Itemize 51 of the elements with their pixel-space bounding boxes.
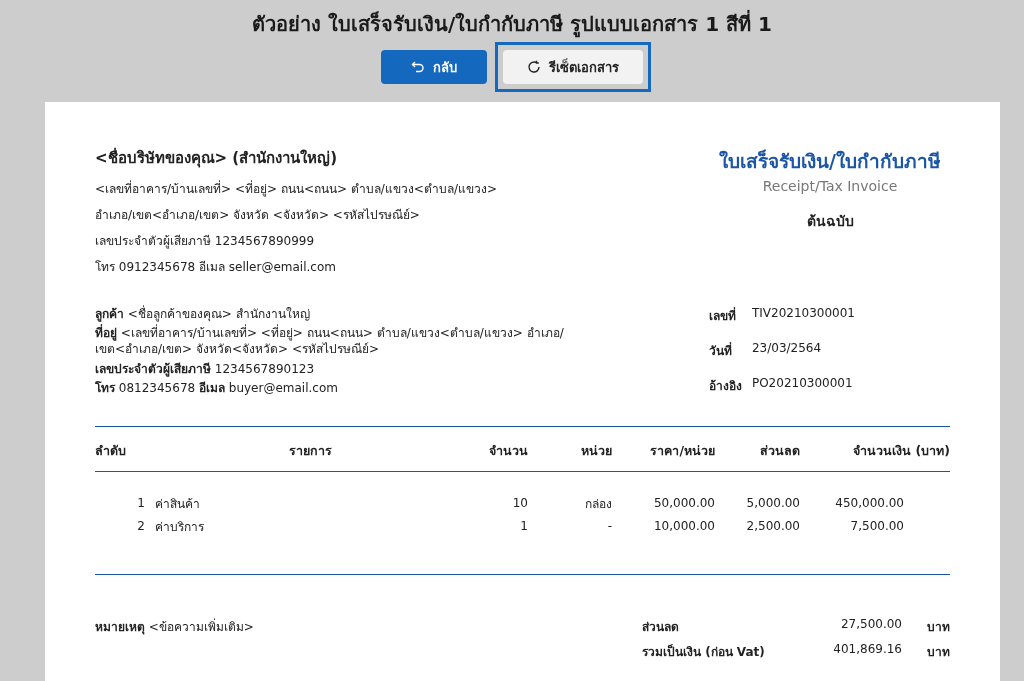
seller-info: โทร 0912345678 อีเมล seller@email.com: [95, 259, 337, 276]
customer-info: ที่อยู่ <เลขที่อาคาร/บ้านเลขที่> <ที่อยู่> ถนน<ถนน> ตำบล/แขวง<ตำบล/แขวง> อำเภอ/เขต<อำเภอ/เขต> จังหวัด<จังหวัด> <รหัสไปรษณีย์>: [95, 325, 565, 358]
table-cell: 7,500.00: [800, 514, 950, 575]
table-cell: 50,000.00: [612, 471, 715, 515]
meta-label: อ้างอิง: [708, 378, 742, 395]
seller-info: อำเภอ/เขต<อำเภอ/เขต> จังหวัด <จังหวัด> <รหัสไปรษณีย์>: [95, 207, 421, 224]
total-label: ส่วนลด: [642, 618, 680, 636]
table-cell: ค่าบริการ: [145, 514, 475, 575]
table-cell: 10,000.00: [612, 514, 715, 575]
currency-unit: บาท: [926, 643, 950, 661]
column-header: จำนวนเงิน (บาท): [800, 426, 950, 472]
refresh-icon: [527, 60, 541, 74]
meta-value: 23/03/2564: [751, 341, 823, 357]
table-cell: -: [528, 514, 612, 575]
meta-label: เลขที่: [708, 306, 737, 325]
total-label: รวมเป็นเงิน (ก่อน Vat): [642, 643, 766, 661]
table-cell: 1: [95, 471, 145, 515]
page-title: ตัวอย่าง ใบเสร็จรับเงิน/ใบกำกับภาษี รูปแบบเอกสาร 1 สีที่ 1: [252, 9, 772, 40]
column-header: ราคา/หน่วย: [612, 426, 715, 472]
customer-info: เลขประจำตัวผู้เสียภาษี 1234567890123: [95, 360, 316, 377]
meta-value: TIV20210300001: [751, 306, 855, 322]
customer-info: โทร 0812345678 อีเมล buyer@email.com: [95, 379, 339, 396]
column-header: ส่วนลด: [715, 426, 800, 472]
total-value: 27,500.00: [839, 616, 902, 633]
table-cell: 10: [475, 471, 528, 515]
copy-label: ต้นฉบับ: [806, 212, 854, 231]
document-title: ใบเสร็จรับเงิน/ใบกำกับภาษี: [719, 148, 941, 174]
seller-info: เลขประจำตัวผู้เสียภาษี 1234567890999: [95, 233, 316, 250]
column-header: จำนวน: [475, 426, 528, 472]
remark-text: หมายเหตุ <ข้อความเพิ่มเติม>: [95, 617, 254, 637]
table-cell: 2,500.00: [715, 514, 800, 575]
table-cell: 1: [475, 514, 528, 575]
reset-button[interactable]: รีเซ็ตเอกสาร: [503, 50, 643, 84]
column-header: ลำดับ: [95, 426, 145, 472]
seller-info: <เลขที่อาคาร/บ้านเลขที่> <ที่อยู่> ถนน<ถนน> ตำบล/แขวง<ตำบล/แขวง>: [95, 179, 497, 198]
column-header: รายการ: [145, 426, 475, 472]
back-button[interactable]: กลับ: [381, 50, 487, 84]
currency-unit: บาท: [926, 618, 950, 636]
column-header: หน่วย: [528, 426, 612, 472]
meta-label: วันที่: [708, 341, 733, 360]
customer-info: ลูกค้า <ชื่อลูกค้าของคุณ> สำนักงานใหญ่: [95, 306, 311, 323]
undo-icon: [411, 60, 425, 74]
table-cell: กล่อง: [528, 471, 612, 515]
table-cell: ค่าสินค้า: [145, 471, 475, 515]
table-cell: 5,000.00: [715, 471, 800, 515]
total-value: 401,869.16: [832, 641, 902, 658]
table-cell: 450,000.00: [800, 471, 950, 515]
company-name: <ชื่อบริษัทของคุณ> (สำนักงานใหญ่): [95, 146, 339, 170]
table-cell: 2: [95, 514, 145, 575]
document-subtitle: Receipt/Tax Invoice: [762, 178, 898, 194]
meta-value: PO20210300001: [751, 376, 854, 392]
